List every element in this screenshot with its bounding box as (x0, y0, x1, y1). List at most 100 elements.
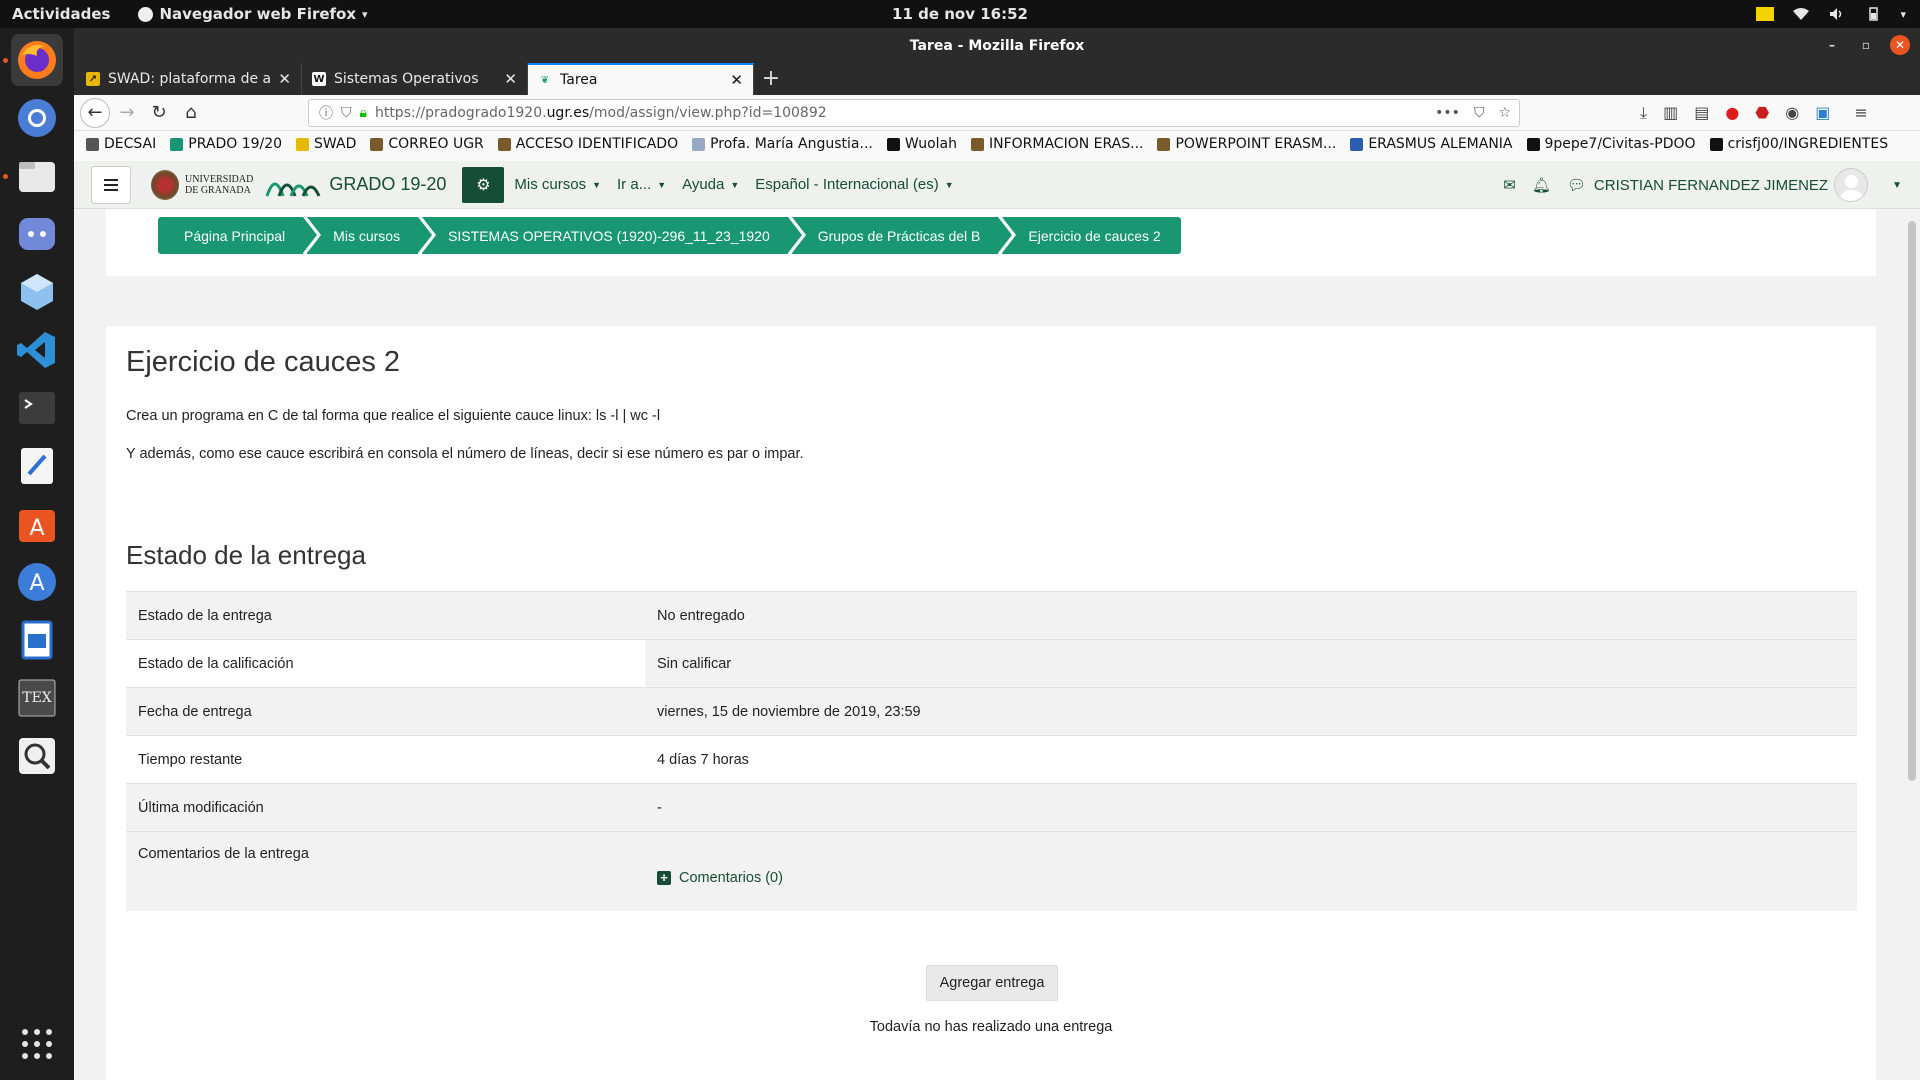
bookmark-label: CORREO UGR (388, 136, 484, 152)
notes-icon[interactable] (1756, 7, 1775, 21)
wifi-icon[interactable] (1792, 7, 1810, 21)
opera-extension-icon[interactable]: ● (1725, 103, 1739, 122)
reload-icon[interactable]: ↻ (144, 98, 174, 128)
screenshot-extension-icon[interactable]: ▣ (1815, 103, 1830, 122)
bookmark-item[interactable]: SWAD (296, 136, 356, 152)
text-editor-icon[interactable] (11, 440, 63, 492)
tab-tarea[interactable]: ❦ Tarea ✕ (528, 63, 754, 95)
adblock-icon[interactable]: ⬣ (1755, 103, 1769, 122)
drawer-toggle-button[interactable] (91, 165, 131, 204)
breadcrumb-home[interactable]: Página Principal (158, 217, 318, 254)
pocket-icon[interactable]: ⛉ (1474, 105, 1485, 121)
user-menu-caret-icon[interactable]: ▼ (1892, 180, 1902, 191)
downloads-icon[interactable]: ⤓ (1640, 103, 1647, 123)
admin-gear-icon[interactable]: ⚙ (462, 166, 505, 203)
bookmark-item[interactable]: POWERPOINT ERASM... (1157, 136, 1336, 152)
caret-down-icon: ▼ (730, 179, 740, 190)
messages-icon[interactable]: ✉ (1503, 176, 1516, 194)
avatar[interactable] (1834, 168, 1869, 202)
bookmark-item[interactable]: crisfj00/INGREDIENTES (1709, 136, 1888, 152)
table-row: Estado de la entrega No entregado (126, 591, 1857, 640)
notifications-bell-icon[interactable]: 🔔︎ (1532, 176, 1551, 194)
shield-icon[interactable]: ⛉ (341, 105, 352, 121)
bookmark-item[interactable]: CORREO UGR (370, 136, 484, 152)
bookmark-star-icon[interactable]: ☆ (1498, 105, 1511, 121)
bookmark-item[interactable]: Profa. María Angustia... (692, 136, 873, 152)
user-name[interactable]: CRISTIAN FERNANDEZ JIMENEZ (1594, 177, 1828, 194)
new-tab-icon[interactable]: + (754, 63, 788, 95)
lock-icon[interactable]: 🔒︎ (360, 105, 367, 121)
ugr-logo[interactable]: UNIVERSIDAD DE GRANADA (151, 169, 253, 200)
bookmark-label: INFORMACION ERAS... (988, 136, 1144, 152)
tab-sistemas-operativos[interactable]: W Sistemas Operativos ✕ (302, 63, 528, 95)
prado-logo-icon[interactable] (265, 170, 321, 200)
breadcrumb-group[interactable]: Grupos de Prácticas del B (791, 217, 1012, 254)
bookmark-item[interactable]: 9pepe7/Civitas-PDOO (1526, 136, 1696, 152)
menu-icon[interactable]: ≡ (1854, 103, 1867, 122)
back-icon[interactable]: ← (80, 97, 110, 128)
bookmark-item[interactable]: Wuolah (886, 136, 957, 152)
page-scrollbar[interactable] (1908, 221, 1916, 781)
library-icon[interactable]: ▥ (1663, 103, 1678, 122)
vscode-icon[interactable] (11, 324, 63, 376)
tab-close-icon[interactable]: ✕ (504, 70, 517, 88)
page-actions-icon[interactable]: ••• (1435, 105, 1460, 121)
discord-icon[interactable] (11, 208, 63, 260)
close-icon[interactable]: ✕ (1890, 35, 1910, 55)
writer-icon[interactable] (11, 614, 63, 666)
menu-ir-a[interactable]: Ir a... ▼ (617, 176, 666, 193)
show-apps-icon[interactable] (11, 1018, 63, 1070)
bookmark-item[interactable]: ERASMUS ALEMANIA (1350, 136, 1513, 152)
app-store-icon[interactable]: A (11, 556, 63, 608)
minimize-icon[interactable]: – (1822, 35, 1842, 55)
system-menu-caret-icon[interactable]: ▾ (1900, 8, 1906, 21)
url-bar[interactable]: ⓘ ⛉ 🔒︎ https://pradogrado1920.ugr.es/mod… (308, 98, 1520, 127)
window-titlebar[interactable]: Tarea - Mozilla Firefox – ▫ ✕ (74, 28, 1920, 63)
submission-status-table: Estado de la entrega No entregado Estado… (126, 591, 1857, 911)
virtualbox-icon[interactable] (11, 266, 63, 318)
bookmarks-toolbar: DECSAI PRADO 19/20 SWAD CORREO UGR ACCESO ID… (74, 131, 1920, 157)
breadcrumb-mis-cursos[interactable]: Mis cursos (307, 217, 432, 254)
menu-language[interactable]: Español - Internacional (es) ▼ (755, 176, 953, 193)
row-key: Fecha de entrega (126, 687, 645, 736)
bookmark-favicon-icon (692, 137, 706, 151)
info-icon[interactable]: ⓘ (319, 103, 333, 123)
row-key: Tiempo restante (126, 735, 645, 784)
bookmark-item[interactable]: INFORMACION ERAS... (970, 136, 1144, 152)
app-menu[interactable]: Navegador web Firefox ▾ (138, 5, 368, 23)
battery-icon[interactable] (1864, 7, 1882, 21)
menu-ayuda[interactable]: Ayuda ▼ (682, 176, 739, 193)
bookmark-item[interactable]: PRADO 19/20 (170, 136, 282, 152)
menu-mis-cursos[interactable]: Mis cursos ▼ (514, 176, 601, 193)
forward-icon[interactable]: → (112, 98, 142, 128)
breadcrumb-current[interactable]: Ejercicio de cauces 2 (1002, 217, 1181, 254)
breadcrumb-course[interactable]: SISTEMAS OPERATIVOS (1920)-296_11_23_192… (422, 217, 802, 254)
account-icon[interactable]: ◉ (1785, 103, 1799, 122)
texmaker-icon[interactable]: TEX (11, 672, 63, 724)
tab-swad[interactable]: ↗ SWAD: plataforma de ap ✕ (76, 63, 302, 95)
software-center-icon[interactable]: A (11, 498, 63, 550)
chromium-icon[interactable] (11, 92, 63, 144)
firefox-small-icon (138, 6, 154, 22)
volume-icon[interactable] (1828, 7, 1846, 21)
chat-icon[interactable]: 💬︎ (1567, 176, 1586, 194)
home-icon[interactable]: ⌂ (176, 98, 206, 128)
maximize-icon[interactable]: ▫ (1856, 35, 1876, 55)
tab-close-icon[interactable]: ✕ (278, 70, 291, 88)
activities-button[interactable]: Actividades (12, 5, 110, 23)
site-name[interactable]: GRADO 19-20 (329, 174, 446, 195)
bookmark-label: 9pepe7/Civitas-PDOO (1544, 136, 1696, 152)
bookmark-item[interactable]: ACCESO IDENTIFICADO (497, 136, 678, 152)
terminal-icon[interactable] (11, 382, 63, 434)
system-tray[interactable]: ▾ (1756, 0, 1906, 28)
bookmark-item[interactable]: DECSAI (86, 136, 156, 152)
files-icon[interactable] (11, 150, 63, 202)
sidebar-icon[interactable]: ▤ (1694, 103, 1709, 122)
search-icon[interactable] (11, 730, 63, 782)
add-submission-button[interactable]: Agregar entrega (926, 965, 1058, 1001)
intro-paragraph-1: Crea un programa en C de tal forma que r… (126, 408, 661, 424)
tab-close-icon[interactable]: ✕ (730, 71, 743, 89)
firefox-icon[interactable] (11, 34, 63, 86)
bookmark-label: DECSAI (104, 136, 157, 152)
comments-link[interactable]: + Comentarios (0) (657, 856, 1857, 886)
